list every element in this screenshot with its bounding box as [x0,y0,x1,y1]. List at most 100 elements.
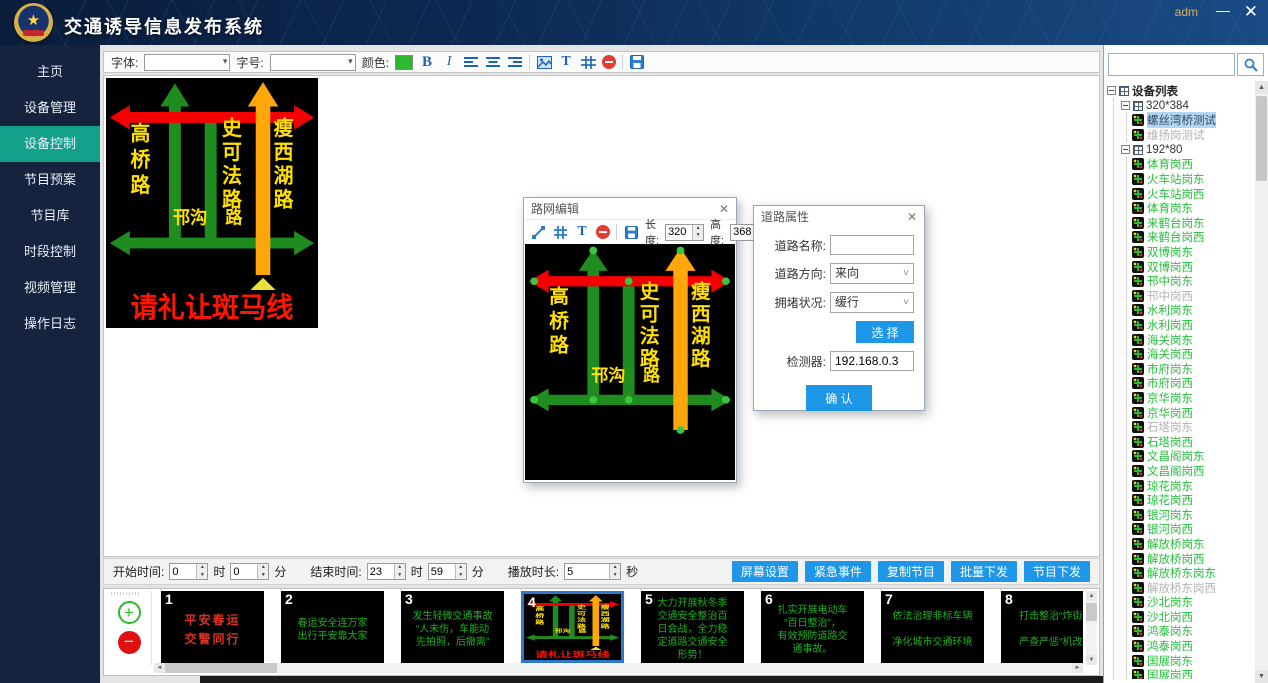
spinner-buttons[interactable]: ▲▼ [196,564,207,579]
tree-device-item[interactable]: 解放桥东岗东 [1132,566,1254,581]
tree-device-item[interactable]: 市府岗西 [1132,376,1254,391]
tree-device-item[interactable]: 来鹤台岗东 [1132,216,1254,231]
tree-device-item[interactable]: 海关岗东 [1132,332,1254,347]
minimize-button[interactable]: — [1216,2,1230,18]
confirm-button[interactable]: 确 认 [806,385,872,411]
tree-device-item[interactable]: 海关岗西 [1132,347,1254,362]
search-input[interactable] [1108,53,1235,76]
tree-scrollbar[interactable]: ▲ ▼ [1255,81,1268,683]
program-thumbnail-3[interactable]: 3发生轻微交通事故 “人未伤，车能动 先拍照，后撤离” [401,591,504,663]
color-swatch[interactable] [395,55,413,70]
program-thumbnail-6[interactable]: 6扎实开展电动车 “百日整治”， 有效预防道路交 通事故。 [761,591,864,663]
duration-input[interactable] [565,564,609,579]
road-direction-select[interactable]: 来向˅ [830,263,914,284]
tree-device-item[interactable]: 鸿泰岗西 [1132,639,1254,654]
sidebar-item-主页[interactable]: 主页 [0,54,100,90]
remove-program-button[interactable]: − [118,631,141,654]
tree-device-item[interactable]: 双博岗东 [1132,245,1254,260]
tree-device-item[interactable]: 国展岗西 [1132,668,1254,679]
search-button[interactable] [1237,53,1264,76]
save-icon[interactable] [629,54,645,71]
tree-device-item[interactable]: 解放桥岗西 [1132,551,1254,566]
road-name-input[interactable] [830,235,914,255]
strip-horizontal-scrollbar[interactable]: ◄ ► [154,663,1083,673]
tree-device-item[interactable]: 琼花岗东 [1132,478,1254,493]
tree-device-item[interactable]: 石塔岗西 [1132,434,1254,449]
tree-device-item[interactable]: 市府岗东 [1132,362,1254,377]
program-thumbnail-2[interactable]: 2春运安全连万家 出行平安靠大家 [281,591,384,663]
tree-device-item[interactable]: 国展岗东 [1132,653,1254,668]
tree-device-item[interactable]: 水利岗西 [1132,318,1254,333]
tree-expander-icon[interactable] [1121,145,1130,154]
bold-button[interactable]: B [419,54,435,71]
tree-group-192*80[interactable]: 192*80 [1121,142,1254,157]
end-minute-input[interactable] [429,564,455,579]
scrollbar-thumb[interactable] [1256,96,1267,181]
spinner-buttons[interactable]: ▲▼ [609,564,620,579]
save-icon[interactable] [623,224,639,241]
font-select[interactable]: ▾ [144,54,230,71]
spinner-buttons[interactable]: ▲▼ [692,225,703,240]
tree-device-item[interactable]: 文昌阁岗东 [1132,449,1254,464]
close-icon[interactable]: ✕ [719,202,729,216]
tree-device-item[interactable]: 解放桥东岗西 [1132,580,1254,595]
tree-device-item[interactable]: 双博岗西 [1132,259,1254,274]
tree-device-item[interactable]: 维扬岗测试 [1132,128,1254,143]
road-tool-icon[interactable] [552,224,568,241]
tree-expander-icon[interactable] [1107,86,1116,95]
insert-text-button[interactable]: T [558,54,574,71]
tree-device-item[interactable]: 文昌阁岗西 [1132,464,1254,479]
close-button[interactable]: ✕ [1244,2,1258,22]
align-center-button[interactable] [485,54,501,71]
select-detector-button[interactable]: 选 择 [856,321,914,343]
tree-device-item[interactable]: 邗中岗东 [1132,274,1254,289]
program-thumbnail-5[interactable]: 5大力开展秋冬季 交通安全整治百 日会战，全力稳 定道路交通安全 形势！ [641,591,744,663]
tree-device-item[interactable]: 鸿泰岗东 [1132,624,1254,639]
close-icon[interactable]: ✕ [907,210,917,224]
align-right-button[interactable] [507,54,523,71]
tree-device-item[interactable]: 沙北岗东 [1132,595,1254,610]
sidebar-item-节目预案[interactable]: 节目预案 [0,162,100,198]
text-tool-icon[interactable]: T [574,224,590,241]
tree-group-320*384[interactable]: 320*384 [1121,98,1254,113]
action-button-屏幕设置[interactable]: 屏幕设置 [732,561,798,582]
italic-button[interactable]: I [441,54,457,71]
tree-device-item[interactable]: 体育岗东 [1132,201,1254,216]
delete-icon[interactable] [596,225,610,239]
length-input[interactable] [666,225,692,240]
spinner-buttons[interactable]: ▲▼ [394,564,405,579]
scrollbar-thumb[interactable] [1086,603,1097,621]
tree-device-item[interactable]: 来鹤台岗西 [1132,230,1254,245]
sidebar-item-视频管理[interactable]: 视频管理 [0,270,100,306]
scroll-left-icon[interactable]: ◄ [154,663,165,673]
road-editor-canvas[interactable]: 高桥路史可法路瘦西湖路邗沟路 [525,244,735,480]
start-hour-input[interactable] [170,564,196,579]
tree-device-item[interactable]: 琼花岗西 [1132,493,1254,508]
scroll-right-icon[interactable]: ► [1072,663,1083,673]
spinner-buttons[interactable]: ▲▼ [455,564,466,579]
tree-root[interactable]: 设备列表 [1107,83,1254,98]
sidebar-item-设备控制[interactable]: 设备控制 [0,126,100,162]
end-hour-input[interactable] [368,564,394,579]
scroll-up-icon[interactable]: ▲ [1086,591,1097,601]
tree-device-item[interactable]: 水利岗东 [1132,303,1254,318]
start-minute-input[interactable] [231,564,257,579]
tree-device-item[interactable]: 石塔岗东 [1132,420,1254,435]
congestion-select[interactable]: 缓行˅ [830,292,914,313]
insert-image-button[interactable] [536,54,552,71]
program-thumbnail-7[interactable]: 7依法治理非标车辆 净化城市交通环境 [881,591,984,663]
tree-device-item[interactable]: 京华岗西 [1132,405,1254,420]
tree-device-item[interactable]: 火车站岗西 [1132,186,1254,201]
strip-vertical-scrollbar[interactable]: ▲ ▼ [1086,591,1097,665]
scrollbar-thumb[interactable] [165,663,277,673]
program-thumbnail-4[interactable]: 4高桥路史可法路瘦西湖路邗沟路请礼让斑马线 [521,591,624,663]
spinner-buttons[interactable]: ▲▼ [257,564,268,579]
draw-line-tool-icon[interactable] [530,224,546,241]
action-button-复制节目[interactable]: 复制节目 [878,561,944,582]
scroll-down-icon[interactable]: ▼ [1255,670,1268,683]
program-thumbnail-8[interactable]: 8打击整治“炸街” 严查严惩“机改” [1001,591,1083,663]
tree-device-item[interactable]: 解放桥岗东 [1132,537,1254,552]
transform-icon[interactable] [580,54,596,71]
tree-device-item[interactable]: 体育岗西 [1132,157,1254,172]
tree-device-item[interactable]: 银河岗西 [1132,522,1254,537]
